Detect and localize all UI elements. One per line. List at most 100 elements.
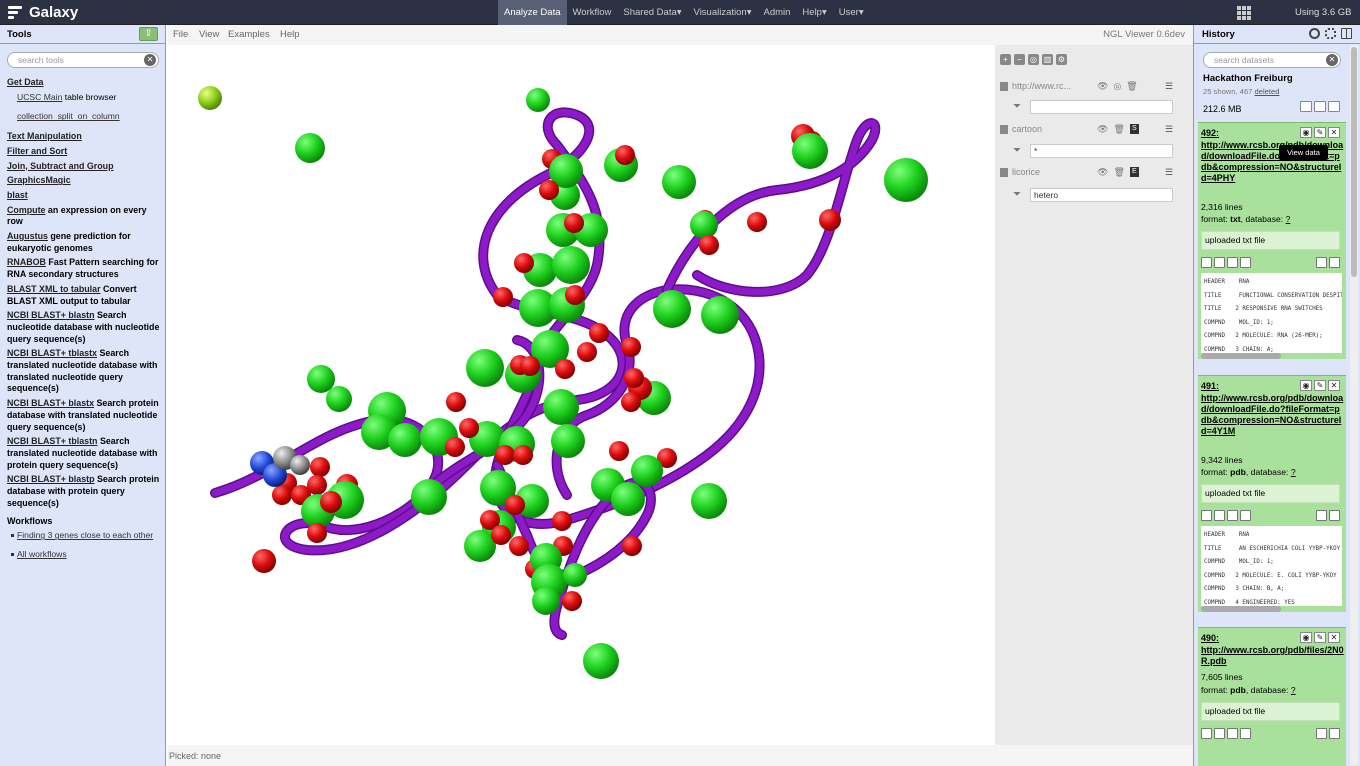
annotation-icon[interactable] — [1329, 728, 1340, 739]
history-name[interactable]: Hackathon Freiburg — [1203, 73, 1293, 84]
selection-input[interactable]: hetero — [1030, 188, 1173, 202]
menu-file[interactable]: File — [173, 29, 188, 40]
menu-view[interactable]: View — [199, 29, 219, 40]
tool-link[interactable]: NCBI BLAST+ blastp — [7, 474, 95, 484]
trash-icon[interactable]: 🗑 — [1126, 81, 1137, 92]
dataset-hid[interactable]: 492: — [1201, 128, 1219, 138]
save-icon[interactable] — [1201, 257, 1212, 268]
nav-admin[interactable]: Admin — [757, 0, 796, 25]
workflow-link[interactable]: All workflows — [17, 549, 67, 559]
info-icon[interactable] — [1214, 728, 1225, 739]
database-value[interactable]: ? — [1291, 467, 1296, 477]
visualize-icon[interactable] — [1240, 728, 1251, 739]
section-blast[interactable]: blast — [7, 190, 163, 202]
molecule-viewport[interactable] — [167, 45, 995, 745]
tool-link[interactable]: RNABOB — [7, 257, 46, 267]
database-value[interactable]: ? — [1291, 685, 1296, 695]
save-icon[interactable] — [1201, 728, 1212, 739]
peek-scrollbar[interactable] — [1201, 606, 1281, 612]
component-cartoon[interactable]: cartoon 👁 🗑 S ☰ — [1000, 123, 1173, 137]
tags-icon[interactable] — [1316, 728, 1327, 739]
tags-icon[interactable] — [1316, 257, 1327, 268]
nav-user[interactable]: User▾ — [833, 0, 870, 25]
dataset-hid[interactable]: 491: — [1201, 381, 1219, 391]
pencil-icon[interactable]: ✎ — [1314, 127, 1326, 138]
center-icon[interactable]: ◎ — [1113, 81, 1121, 92]
deleted-link[interactable]: deleted — [1255, 87, 1280, 96]
eye-icon[interactable]: ◉ — [1300, 632, 1312, 643]
dataset-title[interactable]: http://www.rcsb.org/pdb/download/downloa… — [1201, 393, 1344, 437]
tool-link[interactable]: Compute — [7, 205, 45, 215]
menu-icon[interactable]: ☰ — [1165, 124, 1173, 135]
menu-help[interactable]: Help — [280, 29, 300, 40]
refresh-icon[interactable] — [1309, 28, 1320, 39]
component-licorice[interactable]: licorice 👁 🗑 E ☰ — [1000, 166, 1173, 180]
tool-link[interactable]: NCBI BLAST+ tblastx — [7, 348, 97, 358]
expand-all-icon[interactable]: + — [1000, 54, 1011, 65]
annotation-icon[interactable] — [1329, 510, 1340, 521]
delete-icon[interactable]: ✕ — [1328, 380, 1340, 391]
info-icon[interactable] — [1214, 257, 1225, 268]
section-graphicsmagic[interactable]: GraphicsMagic — [7, 175, 163, 187]
section-get-data[interactable]: Get Data — [7, 77, 163, 89]
rerun-icon[interactable] — [1227, 728, 1238, 739]
menu-icon[interactable]: ☰ — [1165, 81, 1173, 92]
rerun-icon[interactable] — [1227, 510, 1238, 521]
peek-scrollbar[interactable] — [1201, 353, 1281, 359]
section-filter-and-sort[interactable]: Filter and Sort — [7, 146, 163, 158]
eye-icon[interactable]: 👁 — [1097, 167, 1108, 178]
tool-link[interactable]: NCBI BLAST+ tblastn — [7, 436, 97, 446]
brand[interactable]: Galaxy — [8, 3, 78, 22]
trash-icon[interactable]: ▥ — [1042, 54, 1053, 65]
tool-link[interactable]: BLAST XML to tabular — [7, 284, 101, 294]
info-icon[interactable] — [1214, 510, 1225, 521]
tool-link[interactable]: Augustus — [7, 231, 48, 241]
tags-icon[interactable] — [1314, 101, 1326, 112]
eye-icon[interactable]: 👁 — [1097, 81, 1108, 92]
clear-search-icon[interactable]: ✕ — [1326, 54, 1338, 66]
pencil-icon[interactable]: ✎ — [1314, 380, 1326, 391]
selection-input[interactable] — [1030, 100, 1173, 114]
pencil-icon[interactable]: ✎ — [1314, 632, 1326, 643]
database-value[interactable]: ? — [1286, 214, 1291, 224]
delete-icon[interactable]: ✕ — [1328, 632, 1340, 643]
tool-link[interactable]: NCBI BLAST+ blastn — [7, 310, 95, 320]
dataset-title[interactable]: http://www.rcsb.org/pdb/files/2N0R.pdb — [1201, 645, 1344, 667]
center-icon[interactable]: ◎ — [1028, 54, 1039, 65]
collapse-all-icon[interactable]: − — [1014, 54, 1025, 65]
workflow-link[interactable]: Finding 3 genes close to each other — [17, 530, 153, 540]
menu-icon[interactable]: ☰ — [1165, 167, 1173, 178]
history-scrollbar[interactable] — [1350, 45, 1358, 765]
delete-icon[interactable]: ✕ — [1328, 127, 1340, 138]
section-join-subtract-group[interactable]: Join, Subtract and Group — [7, 161, 163, 173]
columns-icon[interactable] — [1341, 28, 1352, 39]
gear-icon[interactable] — [1325, 28, 1336, 39]
checkbox-icon[interactable] — [1300, 101, 1312, 112]
dataset-hid[interactable]: 490: — [1201, 633, 1219, 643]
save-icon[interactable] — [1201, 510, 1212, 521]
nav-help[interactable]: Help▾ — [796, 0, 832, 25]
nav-workflow[interactable]: Workflow — [567, 0, 618, 25]
trash-icon[interactable]: 🗑 — [1113, 167, 1124, 178]
visualize-icon[interactable] — [1240, 257, 1251, 268]
annotation-icon[interactable] — [1329, 257, 1340, 268]
apps-grid-icon[interactable] — [1237, 6, 1251, 20]
nav-analyze-data[interactable]: Analyze Data — [498, 0, 567, 25]
eye-icon[interactable]: ◉ — [1300, 127, 1312, 138]
visualize-icon[interactable] — [1240, 510, 1251, 521]
tags-icon[interactable] — [1316, 510, 1327, 521]
menu-examples[interactable]: Examples — [228, 29, 270, 40]
component-structure[interactable]: http://www.rc... 👁 ◎ 🗑 ☰ — [1000, 80, 1173, 94]
rerun-icon[interactable] — [1227, 257, 1238, 268]
settings-icon[interactable]: ⚙ — [1056, 54, 1067, 65]
tool-link[interactable]: UCSC Main — [17, 92, 62, 102]
trash-icon[interactable]: 🗑 — [1113, 124, 1124, 135]
tool-search-input[interactable]: search tools ✕ — [7, 52, 159, 68]
dataset-search-input[interactable]: search datasets ✕ — [1203, 52, 1341, 68]
nav-visualization[interactable]: Visualization▾ — [688, 0, 758, 25]
annotation-icon[interactable] — [1328, 101, 1340, 112]
tool-link[interactable]: NCBI BLAST+ blastx — [7, 398, 94, 408]
nav-shared-data[interactable]: Shared Data▾ — [617, 0, 687, 25]
eye-icon[interactable]: 👁 — [1097, 124, 1108, 135]
upload-icon[interactable]: ⇪ — [139, 27, 158, 41]
